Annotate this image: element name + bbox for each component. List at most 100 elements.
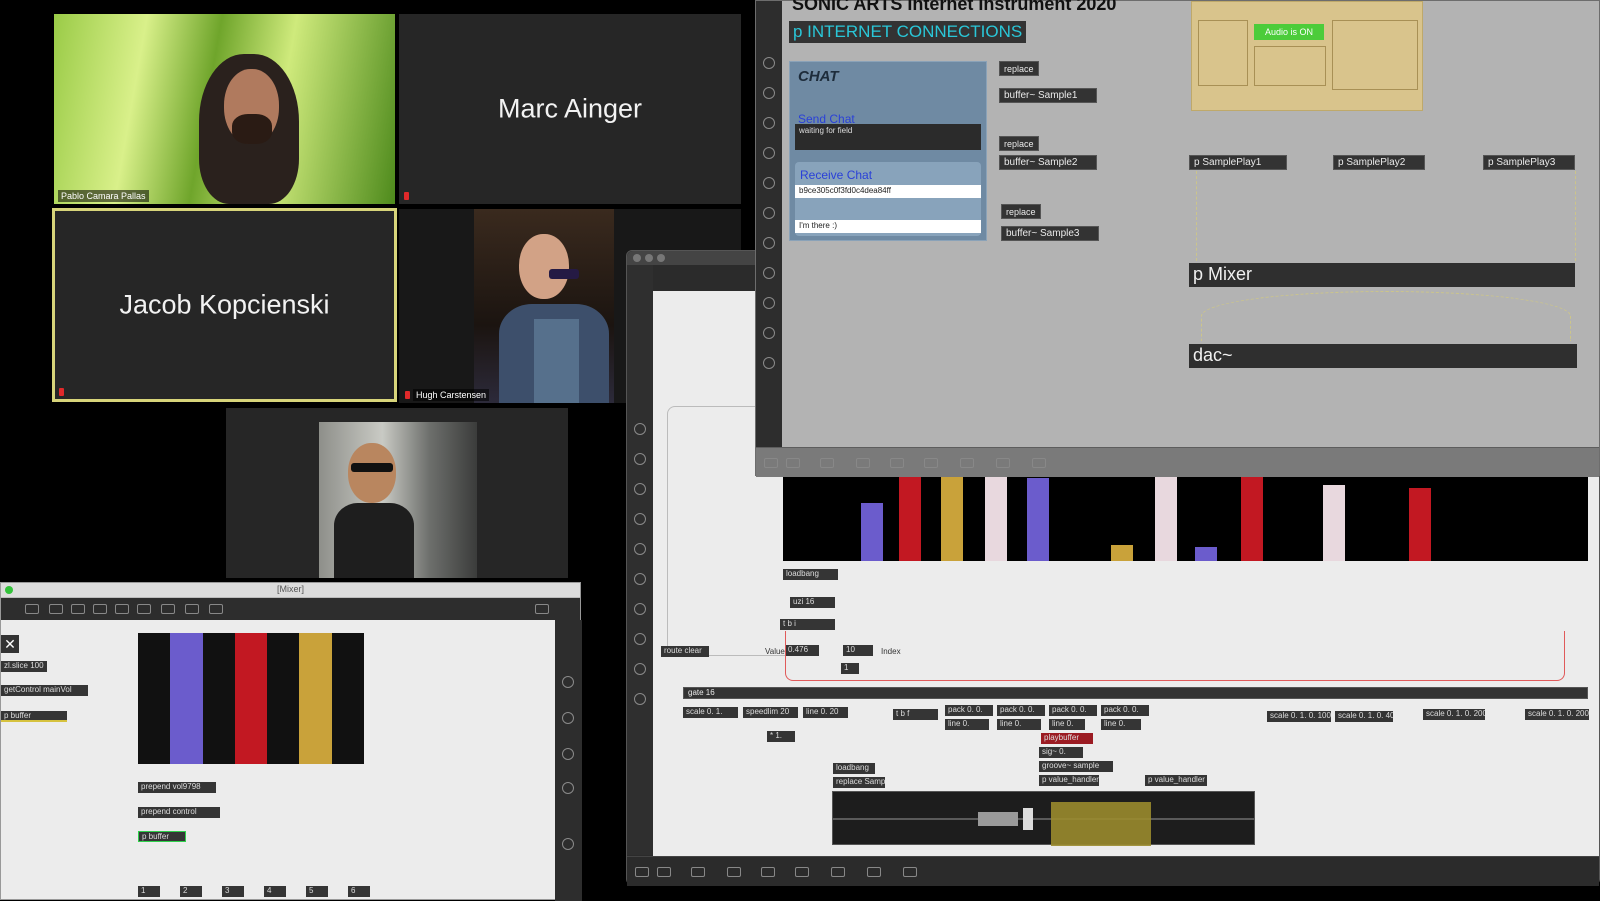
patch-object[interactable]: scale 0. 1. 0. 2000. — [1525, 709, 1589, 720]
patch-object[interactable]: line 0. — [945, 719, 989, 730]
inspector-icon[interactable] — [996, 458, 1010, 468]
cue-icon[interactable] — [763, 267, 775, 279]
debug-icon[interactable] — [93, 604, 107, 614]
connect-icon[interactable] — [856, 458, 870, 468]
presentation-icon[interactable] — [786, 458, 800, 468]
send-chat-field[interactable]: waiting for field — [795, 124, 981, 150]
cue-icon[interactable] — [634, 633, 646, 645]
patch-object[interactable]: replace Sample — [833, 777, 885, 788]
search-icon[interactable] — [562, 676, 574, 688]
inspector-icon[interactable] — [634, 573, 646, 585]
number-box[interactable]: 3 — [222, 886, 244, 897]
close-icon[interactable] — [763, 357, 775, 369]
debug-icon[interactable] — [795, 867, 809, 877]
debug-icon[interactable] — [634, 603, 646, 615]
presentation-icon[interactable] — [763, 87, 775, 99]
replace-message[interactable]: replace — [999, 61, 1039, 76]
inspector-icon[interactable] — [763, 207, 775, 219]
new-object-icon[interactable] — [820, 458, 834, 468]
search-icon[interactable] — [634, 663, 646, 675]
waveform-selection[interactable] — [1051, 802, 1151, 846]
sampleplay3[interactable]: p SamplePlay3 — [1483, 155, 1575, 170]
patch-object[interactable]: loadbang — [783, 569, 838, 580]
patch-object[interactable]: line 0. 20 — [803, 707, 848, 718]
patch-object[interactable]: speedlim 20 — [743, 707, 798, 718]
patch-object[interactable]: pack 0. 0. — [1101, 705, 1149, 716]
select-icon[interactable] — [763, 147, 775, 159]
grid-icon[interactable] — [562, 748, 574, 760]
window-close-button[interactable] — [633, 254, 641, 262]
patch-object[interactable]: groove~ sample — [1039, 761, 1113, 772]
wrench-icon[interactable] — [960, 458, 974, 468]
number-box[interactable]: 6 — [348, 886, 370, 897]
wrench-icon[interactable] — [831, 867, 845, 877]
patch-object[interactable]: prepend control — [138, 807, 220, 818]
trash-icon[interactable] — [903, 867, 917, 877]
grid-icon[interactable] — [71, 604, 85, 614]
close-icon[interactable]: ✕ — [1, 635, 19, 653]
mixer-color-swatch[interactable] — [138, 633, 364, 764]
trash-icon[interactable] — [1032, 458, 1046, 468]
number-box[interactable]: 2 — [180, 886, 202, 897]
window-zoom-button[interactable] — [657, 254, 665, 262]
patch-object[interactable]: * 1. — [767, 731, 795, 742]
patch-object[interactable]: t b i — [780, 619, 835, 630]
mixer-object[interactable]: p Mixer — [1189, 263, 1575, 287]
reply-chat-field[interactable]: I'm there :) — [795, 220, 981, 233]
patch-object[interactable]: playbuffer — [1041, 733, 1093, 744]
new-object-icon[interactable] — [25, 604, 39, 614]
patch-object[interactable]: p buffer — [138, 831, 186, 842]
patch-object[interactable]: pack 0. 0. — [1049, 705, 1097, 716]
patch-object[interactable]: p value_handler — [1145, 775, 1207, 786]
patch-object[interactable]: p buffer — [1, 711, 67, 722]
inspector-icon[interactable] — [137, 604, 151, 614]
patch-object[interactable]: line 0. — [1101, 719, 1141, 730]
new-object-icon[interactable] — [691, 867, 705, 877]
patch-object[interactable]: sig~ 0. — [1039, 747, 1083, 758]
lock-icon[interactable] — [635, 867, 649, 877]
patch-object[interactable]: line 0. — [997, 719, 1041, 730]
info-icon[interactable] — [634, 693, 646, 705]
audio-on-toggle[interactable]: Audio is ON — [1254, 24, 1324, 40]
replace-message[interactable]: replace — [1001, 204, 1041, 219]
patch-object[interactable]: loadbang — [833, 763, 875, 774]
presentation-icon[interactable] — [634, 453, 646, 465]
patch-object[interactable]: t b f — [893, 709, 938, 720]
add-icon[interactable] — [562, 838, 574, 850]
panel-icon[interactable] — [535, 604, 549, 614]
buffer-sample1[interactable]: buffer~ Sample1 — [999, 88, 1097, 103]
number-box[interactable]: 1 — [138, 886, 160, 897]
trash-icon[interactable] — [209, 604, 223, 614]
hand-icon[interactable] — [634, 543, 646, 555]
grid-icon[interactable] — [890, 458, 904, 468]
sampleplay2[interactable]: p SamplePlay2 — [1333, 155, 1425, 170]
connect-icon[interactable] — [727, 867, 741, 877]
lock-icon[interactable] — [634, 423, 646, 435]
select-icon[interactable] — [634, 513, 646, 525]
list-icon[interactable] — [562, 782, 574, 794]
wrench-icon[interactable] — [115, 604, 129, 614]
patch-object[interactable]: pack 0. 0. — [997, 705, 1045, 716]
info-icon[interactable] — [763, 327, 775, 339]
window-minimize-button[interactable] — [645, 254, 653, 262]
patch-object[interactable]: scale 0. 1. — [683, 707, 738, 718]
receive-chat-field[interactable]: b9ce305c0f3fd0c4dea84ff — [795, 185, 981, 198]
grid-icon[interactable] — [761, 867, 775, 877]
patch-object[interactable]: getControl mainVol — [1, 685, 88, 696]
patch-object[interactable]: route clear — [661, 646, 709, 657]
replace-message[interactable]: replace — [999, 136, 1039, 151]
patch-object[interactable]: scale 0. 1. 0. 200. — [1423, 709, 1485, 720]
hand-icon[interactable] — [763, 177, 775, 189]
number-box[interactable]: 5 — [306, 886, 328, 897]
search-icon[interactable] — [763, 297, 775, 309]
cue-icon[interactable] — [185, 604, 199, 614]
sampleplay1[interactable]: p SamplePlay1 — [1189, 155, 1287, 170]
patch-object[interactable]: uzi 16 — [790, 597, 835, 608]
patch-object[interactable]: line 0. — [1049, 719, 1085, 730]
patch-object[interactable]: scale 0. 1. 0. 400. — [1335, 711, 1393, 722]
info-icon[interactable] — [562, 712, 574, 724]
dac-object[interactable]: dac~ — [1189, 344, 1577, 368]
patch-object[interactable]: zl.slice 100 — [1, 661, 47, 672]
debug-icon[interactable] — [924, 458, 938, 468]
gate-object[interactable]: gate 16 — [683, 687, 1588, 699]
